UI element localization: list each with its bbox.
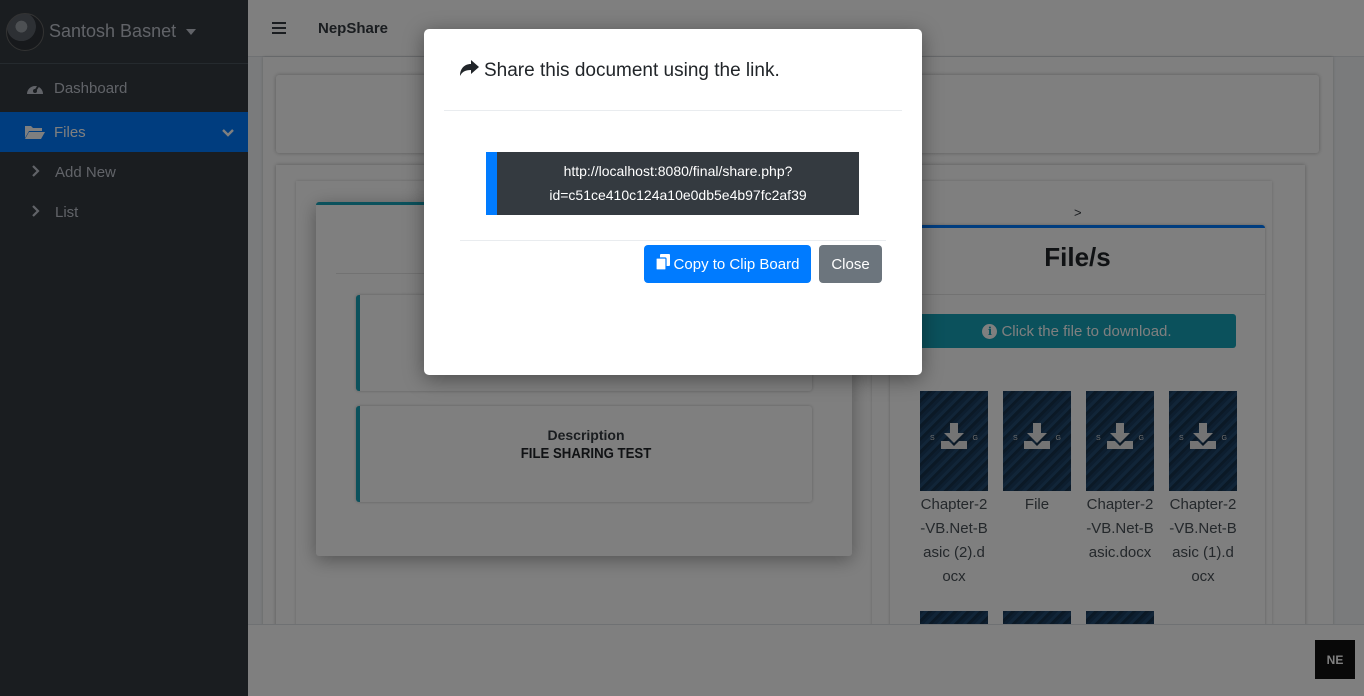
share-link-box[interactable]: http://localhost:8080/final/share.php? i…: [486, 152, 859, 215]
share-link-line: http://localhost:8080/final/share.php?: [563, 163, 793, 179]
close-button[interactable]: Close: [819, 245, 882, 283]
copy-button-label: Copy to Clip Board: [673, 255, 800, 273]
copy-to-clipboard-button[interactable]: Copy to Clip Board: [644, 245, 811, 283]
copy-icon: [654, 254, 670, 274]
divider: [460, 240, 886, 241]
share-link-line: id=c51ce410c124a10e0db5e4b97fc2af39: [549, 187, 807, 203]
share-icon: [459, 59, 479, 83]
share-modal: Share this document using the link. http…: [424, 29, 922, 375]
modal-header: Share this document using the link.: [444, 59, 902, 111]
modal-title: Share this document using the link.: [459, 59, 780, 83]
modal-title-text: Share this document using the link.: [484, 60, 780, 81]
